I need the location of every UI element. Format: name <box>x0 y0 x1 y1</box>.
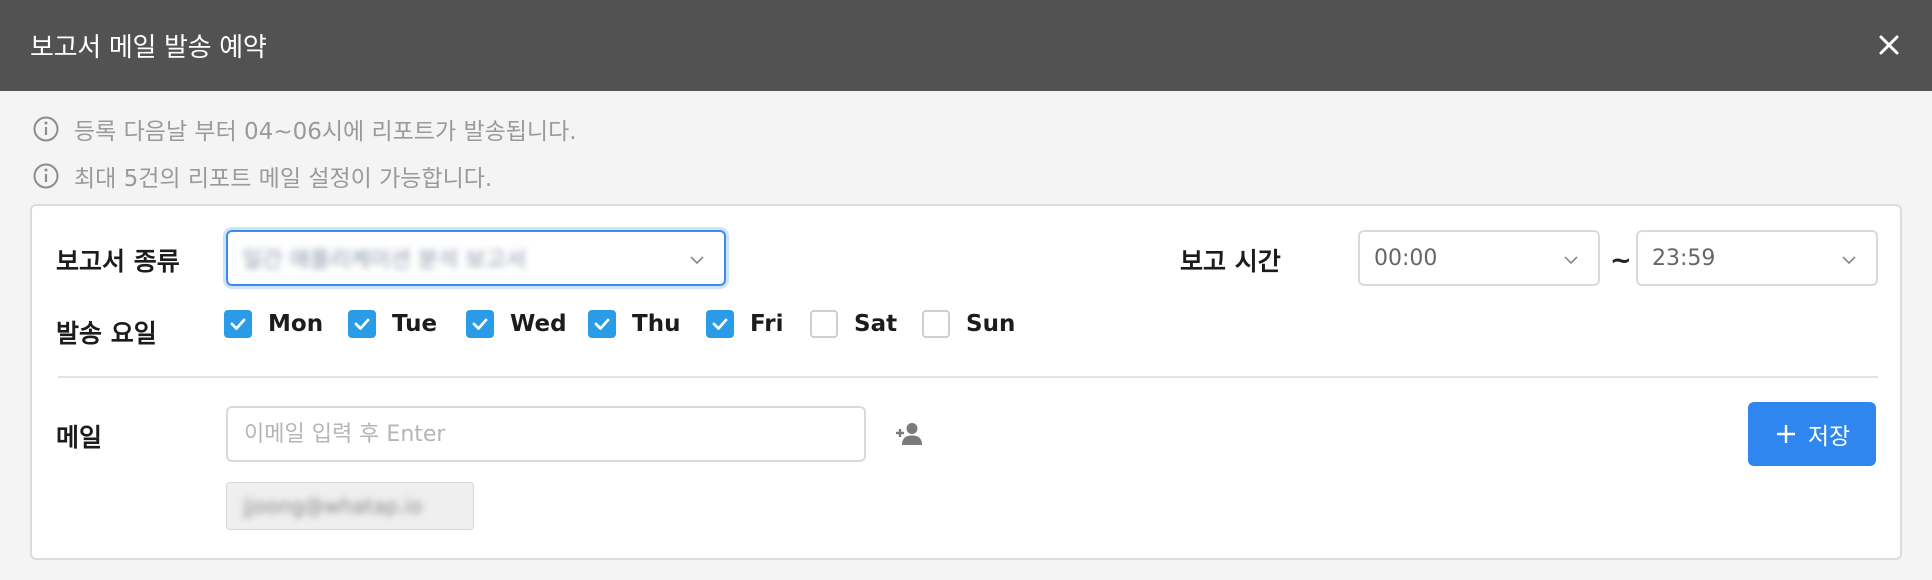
notice-item: 최대 5건의 리포트 메일 설정이 가능합니다. <box>32 159 492 193</box>
divider <box>58 376 1878 378</box>
day-checkbox-fri[interactable]: Fri <box>706 310 783 338</box>
save-label: 저장 <box>1807 424 1851 450</box>
chevron-down-icon <box>1842 256 1856 265</box>
day-checkbox-thu[interactable]: Thu <box>588 310 680 338</box>
day-label: Thu <box>632 311 681 337</box>
email-label: 메일 <box>56 423 103 452</box>
time-separator: ~ <box>1610 246 1632 276</box>
day-checkbox-sat[interactable]: Sat <box>810 310 897 338</box>
day-label: Fri <box>750 311 784 337</box>
checkbox-unchecked-icon <box>922 310 950 338</box>
info-icon <box>33 116 59 142</box>
day-label: Sun <box>966 311 1016 337</box>
info-icon <box>33 163 59 189</box>
checkbox-checked-icon <box>466 310 494 338</box>
checkbox-checked-icon <box>348 310 376 338</box>
send-days-label: 발송 요일 <box>56 319 157 348</box>
report-time-label: 보고 시간 <box>1180 247 1281 276</box>
report-form-panel: 보고서 종류 일간 애플리케이션 분석 보고서 보고 시간 00:00 ~ 23… <box>30 204 1902 560</box>
time-to-select[interactable]: 23:59 <box>1636 230 1878 286</box>
dialog-title: 보고서 메일 발송 예약 <box>30 33 267 63</box>
plus-icon <box>1776 425 1795 443</box>
time-to-value: 23:59 <box>1652 245 1716 271</box>
notice-text: 등록 다음날 부터 04~06시에 리포트가 발송됩니다. <box>74 119 577 145</box>
checkbox-unchecked-icon <box>810 310 838 338</box>
notice-item: 등록 다음날 부터 04~06시에 리포트가 발송됩니다. <box>32 112 577 146</box>
notice-text: 최대 5건의 리포트 메일 설정이 가능합니다. <box>74 166 493 192</box>
save-button[interactable]: 저장 <box>1748 402 1876 466</box>
time-from-select[interactable]: 00:00 <box>1358 230 1600 286</box>
day-checkbox-wed[interactable]: Wed <box>466 310 567 338</box>
day-checkbox-sun[interactable]: Sun <box>922 310 1015 338</box>
time-from-value: 00:00 <box>1374 245 1438 271</box>
checkbox-checked-icon <box>588 310 616 338</box>
email-input[interactable] <box>226 406 866 462</box>
day-label: Wed <box>510 311 567 337</box>
day-checkbox-mon[interactable]: Mon <box>224 310 323 338</box>
chevron-down-icon <box>690 256 704 265</box>
email-chip[interactable]: jjoong@whatap.io <box>226 482 474 530</box>
close-icon[interactable] <box>1874 30 1904 60</box>
day-label: Mon <box>268 311 324 337</box>
checkbox-checked-icon <box>706 310 734 338</box>
add-user-icon[interactable] <box>894 420 924 448</box>
checkbox-checked-icon <box>224 310 252 338</box>
day-label: Sat <box>854 311 898 337</box>
day-label: Tue <box>392 311 438 337</box>
email-chip-text: jjoong@whatap.io <box>243 494 423 518</box>
day-checkbox-tue[interactable]: Tue <box>348 310 437 338</box>
report-type-value: 일간 애플리케이션 분석 보고서 <box>242 248 527 273</box>
chevron-down-icon <box>1564 256 1578 265</box>
report-type-select[interactable]: 일간 애플리케이션 분석 보고서 <box>226 230 726 286</box>
dialog-header: 보고서 메일 발송 예약 <box>0 0 1932 91</box>
report-type-label: 보고서 종류 <box>56 247 180 276</box>
